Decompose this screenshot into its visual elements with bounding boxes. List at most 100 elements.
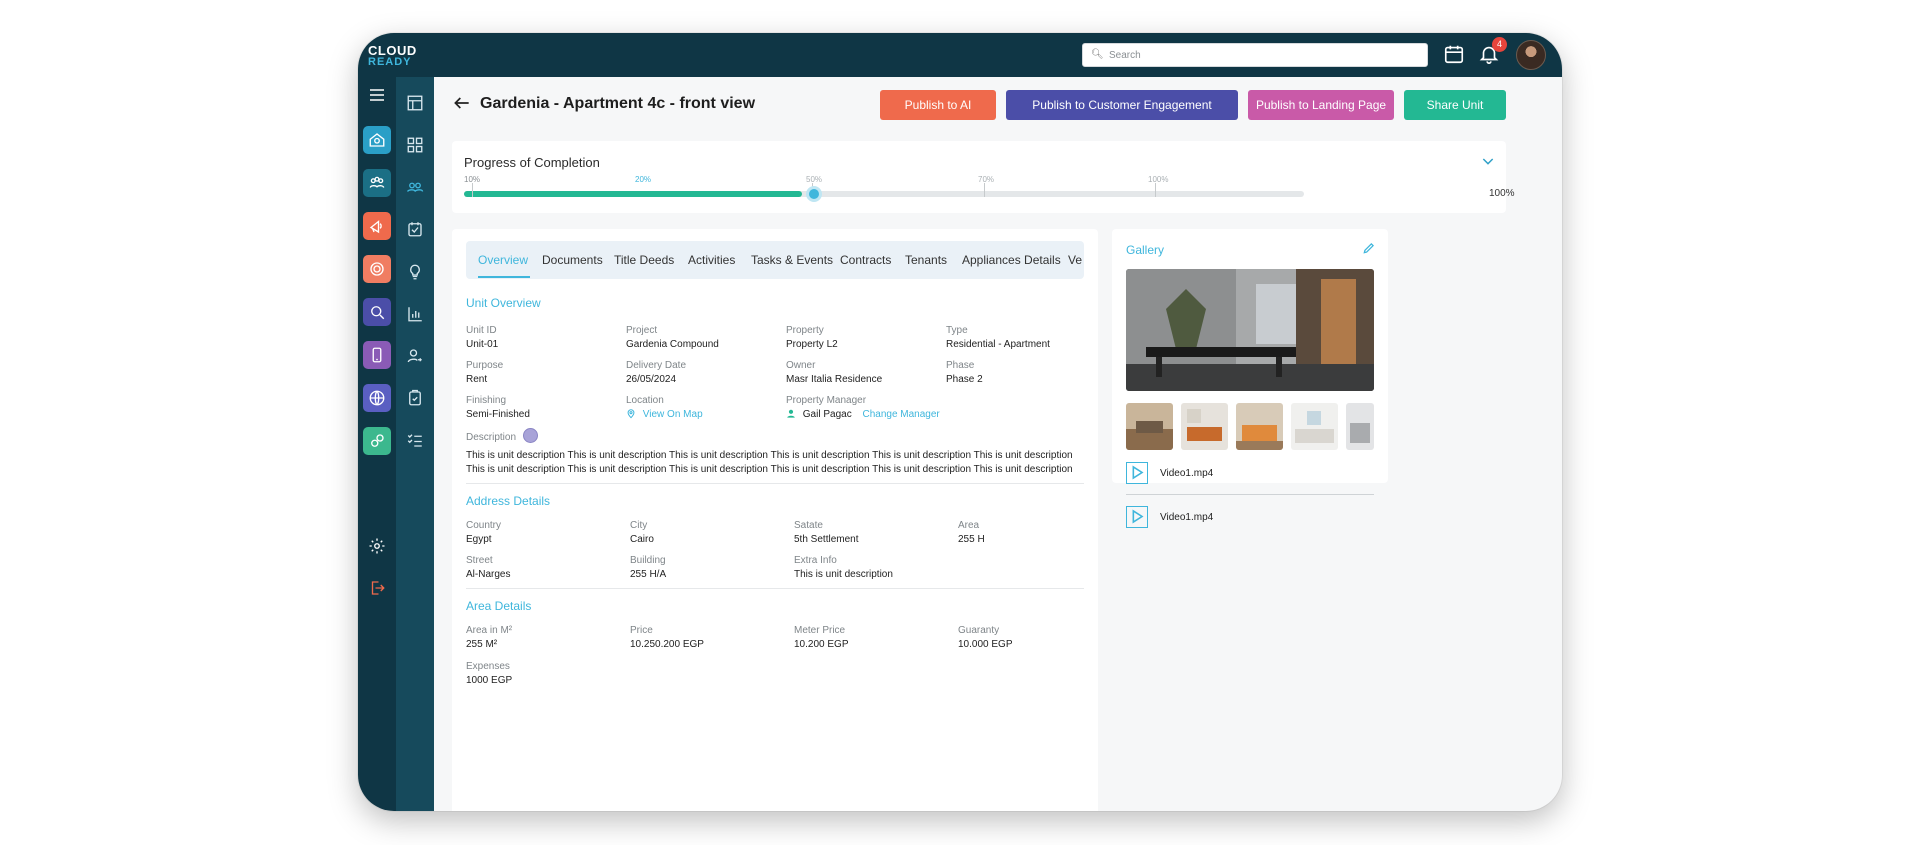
- field-value: 5th Settlement: [794, 534, 859, 545]
- tab-overview[interactable]: Overview: [478, 253, 528, 267]
- lightbulb-icon[interactable]: [405, 262, 425, 282]
- field-label: Satate: [794, 520, 823, 531]
- grid-icon[interactable]: [405, 135, 425, 155]
- field-value: Unit-01: [466, 339, 499, 350]
- field-value: This is unit description: [794, 569, 893, 580]
- web-app-icon[interactable]: [363, 384, 391, 412]
- field-value: Property L2: [786, 339, 838, 350]
- play-icon[interactable]: [1126, 506, 1148, 528]
- search-app-icon[interactable]: [363, 298, 391, 326]
- app-logo[interactable]: CLOUD READY: [368, 41, 428, 69]
- mobile-app-icon[interactable]: [363, 341, 391, 369]
- field-label: Property: [786, 325, 824, 336]
- edit-pencil-icon[interactable]: [1362, 241, 1376, 255]
- field-value: Phase 2: [946, 374, 983, 385]
- secondary-sidebar: [396, 77, 434, 811]
- ai-assist-icon[interactable]: [523, 428, 538, 443]
- user-avatar[interactable]: [1516, 40, 1546, 70]
- tab-tasks-events[interactable]: Tasks & Events: [751, 253, 833, 267]
- chevron-down-icon[interactable]: [1480, 153, 1496, 169]
- progress-tick: [1155, 183, 1156, 197]
- field-label: Meter Price: [794, 625, 846, 636]
- field-value: Al-Narges: [466, 569, 511, 580]
- publish-to-landing-page-button[interactable]: Publish to Landing Page: [1248, 90, 1394, 120]
- location-label: Location: [626, 395, 664, 406]
- gallery-thumbnail[interactable]: [1126, 403, 1173, 450]
- field-value: 10.200 EGP: [794, 639, 849, 650]
- field-value: 255 M²: [466, 639, 498, 650]
- progress-tick: [472, 183, 473, 197]
- view-on-map-link[interactable]: View On Map: [643, 409, 703, 420]
- map-pin-icon: [626, 408, 636, 419]
- team-icon[interactable]: [405, 177, 425, 197]
- field-value: Gardenia Compound: [626, 339, 719, 350]
- video-divider: [1126, 494, 1374, 495]
- property-manager-row: Gail Pagac Change Manager: [786, 408, 940, 420]
- crm-app-icon[interactable]: [363, 169, 391, 197]
- tab-ve[interactable]: Ve: [1068, 253, 1082, 267]
- publish-to-customer-engagement-button[interactable]: Publish to Customer Engagement: [1006, 90, 1238, 120]
- field-label: Type: [946, 325, 968, 336]
- field-label: Area in M²: [466, 625, 513, 636]
- progress-tick: [984, 183, 985, 197]
- integrations-app-icon[interactable]: [363, 427, 391, 455]
- search-input[interactable]: [1109, 47, 1409, 63]
- address-details-title: Address Details: [466, 494, 551, 508]
- tab-contracts[interactable]: Contracts: [840, 253, 891, 267]
- gallery-card: Gallery Video1.mp4 Video1.mp4: [1112, 229, 1388, 528]
- field-label: Expenses: [466, 661, 510, 672]
- field-value: Residential - Apartment: [946, 339, 1050, 350]
- field-label: Building: [630, 555, 666, 566]
- field-label: Finishing: [466, 395, 507, 406]
- tab-title-deeds[interactable]: Title Deeds: [614, 253, 674, 267]
- calendar-check-icon[interactable]: [405, 219, 425, 239]
- logout-icon[interactable]: [363, 574, 391, 602]
- real-estate-app-icon[interactable]: [363, 126, 391, 154]
- field-value: 1000 EGP: [466, 675, 513, 686]
- tab-tenants[interactable]: Tenants: [905, 253, 947, 267]
- clipboard-check-icon[interactable]: [405, 388, 425, 408]
- settings-gear-icon[interactable]: [363, 532, 391, 560]
- video-file-name: Video1.mp4: [1160, 512, 1214, 523]
- field-label: Country: [466, 520, 502, 531]
- video-item[interactable]: Video1.mp4: [1126, 506, 1374, 530]
- field-label: Area: [958, 520, 980, 531]
- field-label: Unit ID: [466, 325, 497, 336]
- dashboard-icon[interactable]: [405, 93, 425, 113]
- menu-hamburger-icon[interactable]: [367, 85, 387, 105]
- field-value: 26/05/2024: [626, 374, 677, 385]
- gallery-thumbnail[interactable]: [1181, 403, 1228, 450]
- play-icon[interactable]: [1126, 462, 1148, 484]
- field-label: City: [630, 520, 648, 531]
- description-label: Description: [466, 432, 517, 443]
- progress-end-label: 100%: [1489, 188, 1515, 199]
- change-manager-link[interactable]: Change Manager: [862, 409, 939, 420]
- field-value: 10.250.200 EGP: [630, 639, 704, 650]
- share-unit-button[interactable]: Share Unit: [1404, 90, 1506, 120]
- finance-app-icon[interactable]: [363, 255, 391, 283]
- checklist-icon[interactable]: [405, 430, 425, 450]
- gallery-main-photo[interactable]: [1126, 269, 1374, 391]
- user-key-icon[interactable]: [405, 346, 425, 366]
- reports-chart-icon[interactable]: [405, 304, 425, 324]
- description-text: This is unit description This is unit de…: [466, 450, 1073, 475]
- field-value: 10.000 EGP: [958, 639, 1013, 650]
- field-label: Guaranty: [958, 625, 1000, 636]
- calendar-icon[interactable]: [1443, 43, 1467, 67]
- back-arrow-icon[interactable]: [452, 93, 474, 115]
- field-value: 255 H: [958, 534, 985, 545]
- video-item[interactable]: Video1.mp4: [1126, 462, 1374, 486]
- tab-activities[interactable]: Activities: [688, 253, 735, 267]
- section-divider: [466, 588, 1084, 589]
- marketing-app-icon[interactable]: [363, 212, 391, 240]
- progress-slider-handle[interactable]: [806, 186, 822, 202]
- notification-bell-icon[interactable]: 4: [1478, 37, 1507, 67]
- tab-appliances-details[interactable]: Appliances Details: [962, 253, 1061, 267]
- gallery-thumbnail[interactable]: [1236, 403, 1283, 450]
- tab-documents[interactable]: Documents: [542, 253, 603, 267]
- progress-track: [464, 191, 1304, 197]
- notification-count-badge: 4: [1492, 37, 1507, 52]
- gallery-thumbnail[interactable]: [1346, 403, 1374, 450]
- gallery-thumbnail[interactable]: [1291, 403, 1338, 450]
- publish-to-ai-button[interactable]: Publish to AI: [880, 90, 996, 120]
